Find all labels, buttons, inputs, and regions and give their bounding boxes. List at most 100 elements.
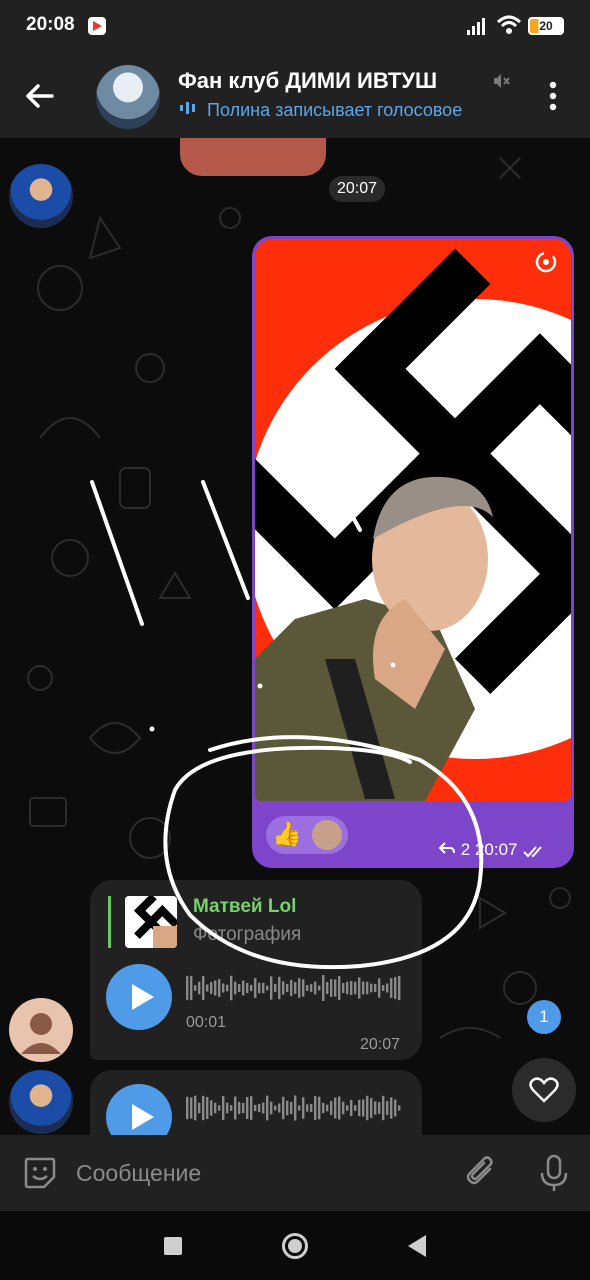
- waveform-bar: [290, 979, 293, 997]
- sender-avatar[interactable]: [9, 164, 73, 228]
- rotate-media-icon[interactable]: [532, 248, 560, 276]
- waveform-bar: [278, 1103, 281, 1113]
- waveform-bar: [338, 976, 341, 1000]
- reply-count: 2: [460, 840, 471, 859]
- system-back-button[interactable]: [408, 1235, 426, 1257]
- voice-time: 20:07: [360, 1036, 401, 1053]
- home-button[interactable]: [282, 1233, 308, 1259]
- waveform-bar: [334, 979, 337, 997]
- waveform-bar: [382, 1095, 385, 1121]
- waveform-bar: [282, 981, 285, 995]
- waveform-bar: [350, 1099, 353, 1117]
- waveform-bar: [254, 1104, 257, 1112]
- waveform-bar: [306, 1104, 309, 1112]
- waveform-bar: [214, 980, 217, 996]
- waveform-bar: [310, 984, 313, 992]
- message-reactions[interactable]: 👍: [266, 816, 348, 854]
- waveform-bar: [390, 978, 393, 998]
- waveform-bar: [326, 982, 329, 994]
- waveform-bar: [278, 976, 281, 1000]
- waveform-bar: [318, 1096, 321, 1120]
- waveform-bar: [366, 981, 369, 995]
- message-input[interactable]: [76, 1149, 446, 1197]
- waveform-bar: [190, 1097, 193, 1119]
- waveform-bar: [342, 982, 345, 994]
- message-photo[interactable]: [255, 239, 571, 801]
- waveform-bar: [238, 983, 241, 993]
- chat-avatar[interactable]: [96, 65, 160, 129]
- waveform-bar: [354, 981, 357, 995]
- voice-message[interactable]: [90, 1070, 422, 1135]
- recents-button[interactable]: [164, 1237, 182, 1255]
- waveform-bar: [322, 975, 325, 1001]
- waveform-bar: [194, 1095, 197, 1121]
- waveform-bar: [334, 1097, 337, 1119]
- waveform-bar: [270, 1101, 273, 1115]
- waveform-bar: [262, 1102, 265, 1114]
- waveform-bar: [246, 982, 249, 994]
- wifi-icon: [496, 15, 522, 34]
- chat-area[interactable]: 20:07 👍 2 20:07 Матвей Lol Фотография 00…: [0, 138, 590, 1135]
- waveform-bar: [194, 985, 197, 991]
- sender-avatar-placeholder[interactable]: [9, 998, 73, 1062]
- reactions-button[interactable]: [512, 1058, 576, 1122]
- waveform-bar: [374, 1101, 377, 1115]
- microphone-icon[interactable]: [536, 1153, 572, 1193]
- waveform-bar: [342, 1101, 345, 1115]
- waveform-bar: [214, 1102, 217, 1114]
- waveform-bar: [370, 983, 373, 993]
- waveform-bar: [398, 975, 401, 1001]
- waveform-bar: [330, 1101, 333, 1115]
- play-button[interactable]: [106, 1084, 172, 1135]
- sender-avatar[interactable]: [9, 1070, 73, 1134]
- waveform-bar: [290, 1101, 293, 1115]
- waveform-bar: [362, 1099, 365, 1117]
- waveform-bar: [230, 1105, 233, 1111]
- waveform-bar: [274, 983, 277, 993]
- waveform-bar: [378, 1102, 381, 1114]
- waveform-bar: [322, 1102, 325, 1114]
- unread-reactions-badge[interactable]: 1: [527, 1000, 561, 1034]
- photo-message[interactable]: 👍 2 20:07: [252, 236, 574, 868]
- waveform-bar: [390, 1097, 393, 1119]
- waveform-bar: [198, 1102, 201, 1114]
- waveform-bar: [270, 976, 273, 1000]
- date-pill: 20:07: [329, 176, 385, 202]
- reply-quote[interactable]: Матвей Lol Фотография: [108, 896, 404, 948]
- quote-author: Матвей Lol: [193, 896, 297, 917]
- waveform-bar: [358, 1099, 361, 1117]
- waveform-bar: [226, 1102, 229, 1114]
- waveform-bar: [294, 1095, 297, 1121]
- waveform-bar: [346, 981, 349, 995]
- voice-waveform[interactable]: [186, 974, 404, 1002]
- waveform-bar: [186, 1096, 189, 1120]
- paperclip-icon[interactable]: [464, 1155, 500, 1191]
- more-menu-icon[interactable]: [540, 78, 566, 114]
- voice-message[interactable]: Матвей Lol Фотография 00:01 20:07: [90, 880, 422, 1060]
- sticker-emoji-icon[interactable]: [22, 1155, 58, 1191]
- waveform-bar: [374, 983, 377, 993]
- signal-icon: [467, 18, 485, 35]
- reactor-avatar: [312, 820, 342, 850]
- waveform-bar: [250, 1096, 253, 1120]
- waveform-bar: [370, 1098, 373, 1118]
- play-button[interactable]: [106, 964, 172, 1030]
- chat-status-text: Полина записывает голосовое: [207, 100, 463, 120]
- waveform-bar: [378, 978, 381, 998]
- message-input-bar: [0, 1135, 590, 1211]
- read-checkmarks-icon: [523, 845, 542, 857]
- previous-photo-fragment[interactable]: [180, 138, 326, 176]
- waveform-bar: [330, 979, 333, 997]
- waveform-bar: [314, 981, 317, 995]
- system-nav-bar: [0, 1211, 590, 1280]
- chat-title[interactable]: Фан клуб ДИМИ ИВТУШ: [178, 68, 508, 94]
- recording-voice-icon: [180, 102, 195, 114]
- waveform-bar: [266, 985, 269, 991]
- waveform-bar: [218, 1105, 221, 1111]
- back-arrow-icon[interactable]: [20, 76, 60, 116]
- voice-waveform[interactable]: [186, 1094, 404, 1122]
- waveform-bar: [358, 977, 361, 999]
- waveform-bar: [218, 979, 221, 997]
- heart-icon: [529, 1077, 559, 1103]
- waveform-bar: [210, 1100, 213, 1116]
